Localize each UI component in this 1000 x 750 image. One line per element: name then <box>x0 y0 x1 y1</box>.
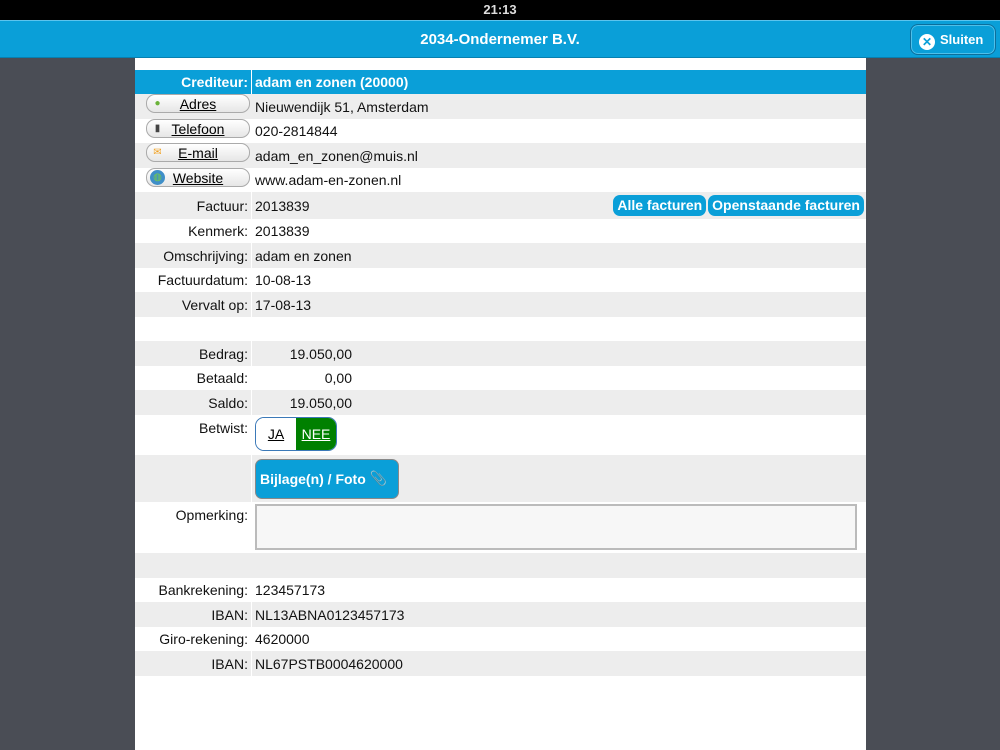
kenmerk-label: Kenmerk: <box>135 219 252 243</box>
giro-iban-label: IBAN: <box>135 651 252 676</box>
factuurdatum-row: Factuurdatum: 10-08-13 <box>135 268 866 292</box>
factuurdatum-label: Factuurdatum: <box>135 268 252 292</box>
saldo-row: Saldo: 19.050,00 <box>135 390 866 415</box>
website-button[interactable]: ◍ Website <box>146 168 250 187</box>
website-row: ◍ Website www.adam-en-zonen.nl <box>135 168 866 192</box>
spacer <box>135 58 866 70</box>
crediteur-label: Crediteur: <box>135 70 252 94</box>
opmerking-row: Opmerking: <box>135 502 866 553</box>
mail-icon: ✉ <box>153 147 162 158</box>
betaald-value: 0,00 <box>324 370 352 386</box>
phone-button-label: Telefoon <box>171 120 225 137</box>
open-invoices-button[interactable]: Openstaande facturen <box>708 195 864 216</box>
kenmerk-row: Kenmerk: 2013839 <box>135 219 866 243</box>
vervalt-label: Vervalt op: <box>135 292 252 317</box>
iban-row: IBAN: NL13ABNA0123457173 <box>135 602 866 627</box>
page-title: 2034-Ondernemer B.V. <box>420 31 580 48</box>
betaald-label: Betaald: <box>135 366 252 390</box>
factuur-label: Factuur: <box>135 192 252 219</box>
bedrag-row: Bedrag: 19.050,00 <box>135 341 866 366</box>
giro-iban-row: IBAN: NL67PSTB0004620000 <box>135 651 866 676</box>
omschrijving-value: adam en zonen <box>255 247 352 264</box>
vervalt-row: Vervalt op: 17-08-13 <box>135 292 866 317</box>
website-value: www.adam-en-zonen.nl <box>255 172 402 188</box>
iban-label: IBAN: <box>135 602 252 627</box>
paperclip-icon: 📎 <box>369 470 388 486</box>
spacer <box>135 553 866 578</box>
phone-button[interactable]: ▮ Telefoon <box>146 119 250 138</box>
omschrijving-label: Omschrijving: <box>135 243 252 268</box>
betaald-row: Betaald: 0,00 <box>135 366 866 390</box>
phone-value: 020-2814844 <box>255 123 338 139</box>
betwist-label: Betwist: <box>135 415 252 455</box>
factuur-value-cell: 2013839 Alle facturen Openstaande factur… <box>252 192 866 219</box>
giro-row: Giro-rekening: 4620000 <box>135 627 866 651</box>
giro-value: 4620000 <box>255 631 310 647</box>
title-bar: 2034-Ondernemer B.V. ✕ Sluiten <box>0 20 1000 58</box>
attachment-row: Bijlage(n) / Foto 📎 <box>135 455 866 502</box>
globe-icon: ◍ <box>150 170 165 185</box>
address-value: Nieuwendijk 51, Amsterdam <box>255 98 429 115</box>
betwist-no[interactable]: NEE <box>296 418 336 450</box>
crediteur-value: adam en zonen (20000) <box>255 74 409 90</box>
betwist-yes[interactable]: JA <box>256 418 296 450</box>
close-button[interactable]: ✕ Sluiten <box>910 24 996 55</box>
factuur-row: Factuur: 2013839 Alle facturen Openstaan… <box>135 192 866 219</box>
giro-label: Giro-rekening: <box>135 627 252 651</box>
address-button-label: Adres <box>179 95 217 112</box>
spacer <box>135 317 866 341</box>
bank-value: 123457173 <box>255 582 326 598</box>
address-row: ● Adres Nieuwendijk 51, Amsterdam <box>135 94 866 119</box>
attachment-label: Bijlage(n) / Foto <box>260 470 366 487</box>
betwist-row: Betwist: JA NEE <box>135 415 866 455</box>
crediteur-row: Crediteur: adam en zonen (20000) <box>135 70 866 94</box>
saldo-label: Saldo: <box>135 390 252 415</box>
all-invoices-button[interactable]: Alle facturen <box>613 195 707 216</box>
iban-value: NL13ABNA0123457173 <box>255 606 405 623</box>
omschrijving-row: Omschrijving: adam en zonen <box>135 243 866 268</box>
phone-icon: ▮ <box>154 123 161 134</box>
factuur-value: 2013839 <box>255 197 310 214</box>
close-icon: ✕ <box>919 34 935 50</box>
bank-row: Bankrekening: 123457173 <box>135 578 866 602</box>
kenmerk-value: 2013839 <box>255 223 310 239</box>
close-label: Sluiten <box>940 32 984 47</box>
opmerking-label: Opmerking: <box>135 502 252 553</box>
website-button-label: Website <box>172 169 224 186</box>
giro-iban-value: NL67PSTB0004620000 <box>255 655 403 672</box>
saldo-value: 19.050,00 <box>289 394 352 411</box>
email-button[interactable]: ✉ E-mail <box>146 143 250 162</box>
email-value: adam_en_zonen@muis.nl <box>255 147 418 164</box>
betwist-toggle[interactable]: JA NEE <box>255 417 337 451</box>
status-time: 21:13 <box>483 2 517 17</box>
address-button[interactable]: ● Adres <box>146 94 250 113</box>
invoice-panel: Crediteur: adam en zonen (20000) ● Adres … <box>135 58 866 750</box>
empty-label <box>135 455 252 502</box>
factuurdatum-value: 10-08-13 <box>255 272 312 288</box>
email-button-label: E-mail <box>178 144 218 161</box>
status-bar: 21:13 <box>0 0 1000 20</box>
bank-label: Bankrekening: <box>135 578 252 602</box>
bedrag-label: Bedrag: <box>135 341 252 366</box>
map-pin-icon: ● <box>154 98 161 109</box>
bedrag-value: 19.050,00 <box>289 345 352 362</box>
email-row: ✉ E-mail adam_en_zonen@muis.nl <box>135 143 866 168</box>
phone-row: ▮ Telefoon 020-2814844 <box>135 119 866 143</box>
opmerking-input[interactable] <box>255 504 857 550</box>
attachment-button[interactable]: Bijlage(n) / Foto 📎 <box>255 458 399 499</box>
vervalt-value: 17-08-13 <box>255 296 312 313</box>
